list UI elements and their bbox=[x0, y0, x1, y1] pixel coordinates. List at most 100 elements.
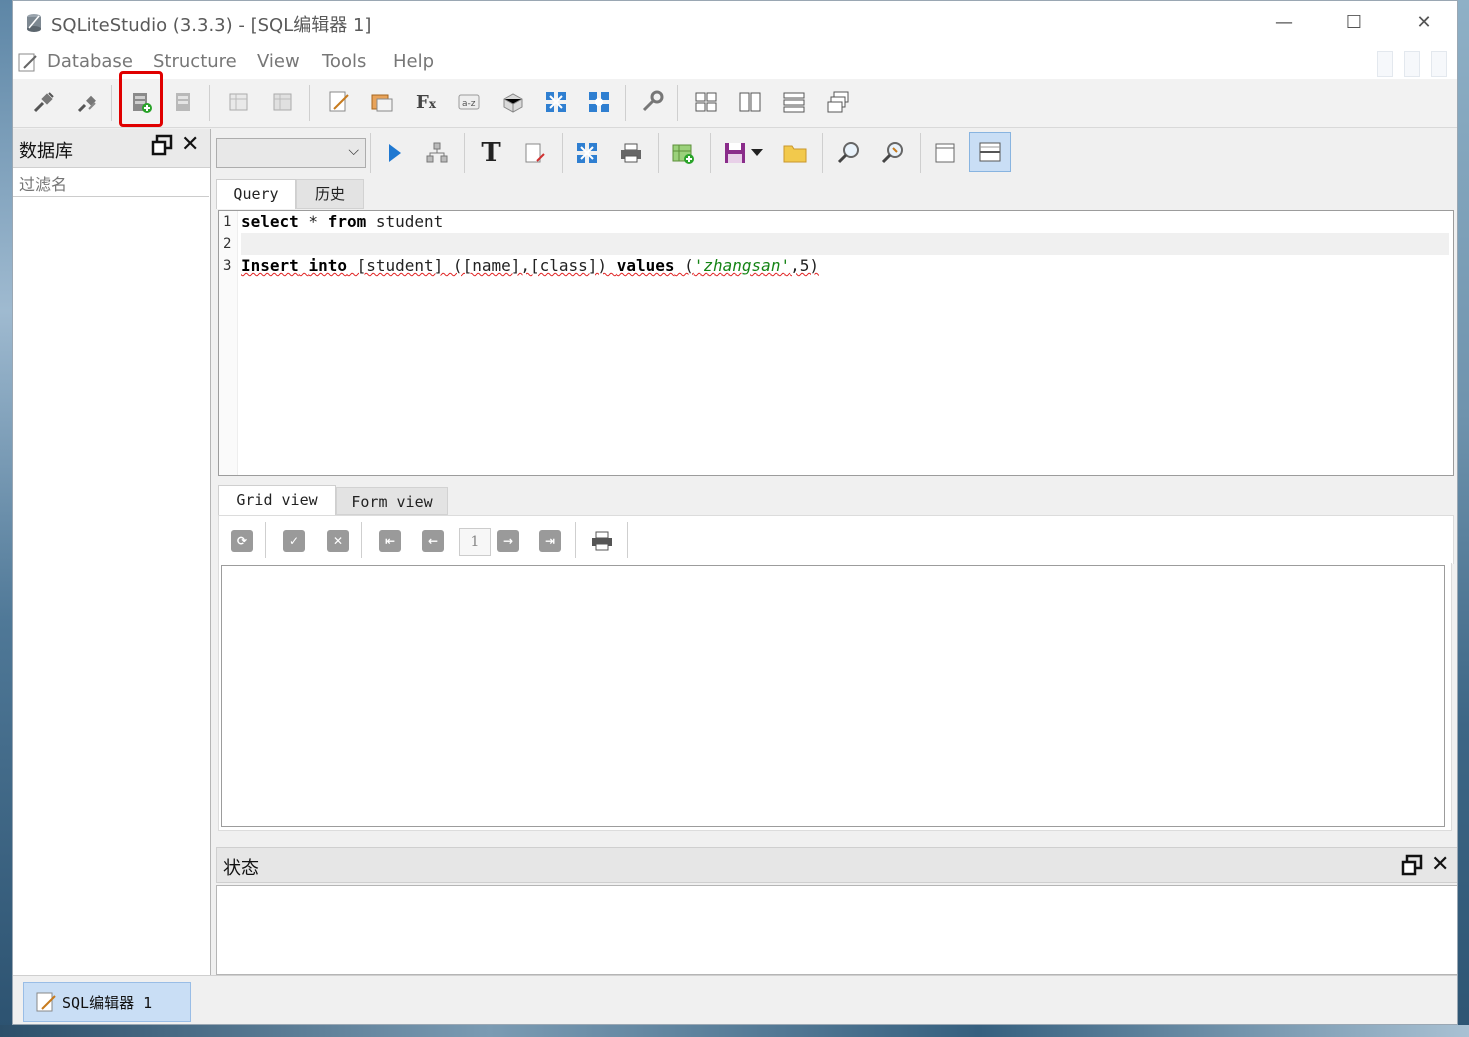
next-page-icon[interactable]: → bbox=[497, 530, 519, 552]
refresh-icon[interactable]: ⟳ bbox=[231, 530, 253, 552]
save-dropdown-arrow-icon[interactable] bbox=[748, 138, 766, 168]
export-results-icon[interactable] bbox=[572, 138, 602, 168]
menu-help[interactable]: Help bbox=[393, 51, 434, 72]
print-icon[interactable] bbox=[616, 138, 646, 168]
keyword: values bbox=[616, 256, 675, 275]
menu-view[interactable]: View bbox=[257, 51, 300, 72]
status-panel-title: 状态 bbox=[223, 858, 259, 879]
toolbar-separator bbox=[370, 133, 371, 173]
tile-horizontal-icon[interactable] bbox=[737, 89, 763, 115]
cascade-windows-icon[interactable] bbox=[825, 89, 851, 115]
database-filter-field[interactable] bbox=[13, 171, 209, 197]
mdi-close-button[interactable] bbox=[1431, 51, 1447, 77]
import-icon[interactable] bbox=[543, 89, 569, 115]
undock-icon[interactable] bbox=[1401, 854, 1423, 882]
highlight-annotation-box bbox=[119, 71, 163, 127]
title-bar[interactable]: SQLiteStudio (3.3.3) - [SQL编辑器 1] — ☐ ✕ bbox=[13, 1, 1457, 45]
results-toolbar: ⟳ ✓ ✕ ⇤ ← 1 → ⇥ bbox=[218, 515, 1454, 564]
code-text: * bbox=[298, 212, 328, 231]
split-layout-icon[interactable] bbox=[969, 132, 1011, 172]
find-icon[interactable] bbox=[834, 138, 864, 168]
database-panel-title: 数据库 bbox=[19, 141, 73, 162]
toolbar-separator bbox=[710, 133, 711, 173]
toolbar-separator bbox=[822, 133, 823, 173]
code-line-2-current bbox=[241, 233, 1449, 255]
last-page-icon[interactable]: ⇥ bbox=[539, 530, 561, 552]
status-log-area bbox=[216, 885, 1457, 975]
code-text: student bbox=[366, 212, 444, 231]
database-filter-input[interactable] bbox=[17, 174, 201, 195]
toolbar-separator bbox=[265, 522, 266, 558]
open-sql-file-icon[interactable] bbox=[780, 138, 810, 168]
tab-history[interactable]: 历史 bbox=[296, 179, 364, 209]
toolbar-separator bbox=[209, 85, 210, 121]
execute-query-icon[interactable] bbox=[380, 138, 410, 168]
tab-grid-view[interactable]: Grid view bbox=[218, 485, 336, 515]
menu-database[interactable]: Database bbox=[47, 51, 133, 72]
chevron-down-icon: ⌵ bbox=[348, 143, 359, 159]
taskbar-sql-editor-1[interactable]: SQL编辑器 1 bbox=[23, 982, 191, 1022]
find-replace-icon[interactable] bbox=[878, 138, 908, 168]
create-view-icon[interactable] bbox=[668, 138, 698, 168]
results-grid[interactable] bbox=[221, 565, 1445, 827]
toolbar-separator bbox=[309, 85, 310, 121]
clear-history-icon[interactable] bbox=[520, 138, 550, 168]
rollback-icon[interactable]: ✕ bbox=[327, 530, 349, 552]
keyword: Insert bbox=[241, 256, 299, 275]
sql-code-editor[interactable]: 1 2 3 select * from student Insert into … bbox=[218, 210, 1454, 476]
line-number: 3 bbox=[223, 258, 232, 274]
app-window: SQLiteStudio (3.3.3) - [SQL编辑器 1] — ☐ ✕ … bbox=[12, 0, 1458, 1025]
code-text: ( bbox=[674, 256, 694, 275]
code-text: ,5) bbox=[790, 256, 819, 275]
toolbar-separator bbox=[627, 522, 628, 558]
toolbar-separator bbox=[920, 133, 921, 173]
close-panel-icon[interactable]: ✕ bbox=[1431, 852, 1449, 877]
tab-query[interactable]: Query bbox=[216, 179, 296, 209]
edit-database-icon[interactable] bbox=[171, 89, 197, 115]
connect-db-icon[interactable] bbox=[31, 89, 57, 115]
menu-structure[interactable]: Structure bbox=[153, 51, 237, 72]
first-page-icon[interactable]: ⇤ bbox=[379, 530, 401, 552]
page-number-input[interactable]: 1 bbox=[459, 528, 491, 556]
minimize-button[interactable]: — bbox=[1261, 7, 1307, 39]
functions-editor-icon[interactable]: Fx bbox=[413, 89, 439, 115]
mdi-restore-button[interactable] bbox=[1404, 51, 1420, 77]
tabbed-layout-icon[interactable] bbox=[930, 138, 960, 168]
ddl-history-icon[interactable] bbox=[369, 89, 395, 115]
commit-icon[interactable]: ✓ bbox=[283, 530, 305, 552]
tab-form-view[interactable]: Form view bbox=[336, 487, 448, 515]
close-panel-icon[interactable]: ✕ bbox=[181, 132, 199, 157]
line-number: 1 bbox=[223, 214, 232, 230]
save-sql-icon[interactable] bbox=[720, 138, 750, 168]
export-icon[interactable] bbox=[586, 89, 612, 115]
main-toolbar: Fx a-z bbox=[13, 79, 1457, 128]
maximize-button[interactable]: ☐ bbox=[1331, 7, 1377, 39]
close-window-button[interactable]: ✕ bbox=[1401, 7, 1447, 39]
configure-icon[interactable] bbox=[639, 89, 665, 115]
format-sql-icon[interactable]: T bbox=[476, 138, 506, 168]
desktop-background-bottom bbox=[0, 1025, 1469, 1037]
menu-tools[interactable]: Tools bbox=[322, 51, 366, 72]
database-selector[interactable]: ⌵ bbox=[216, 138, 366, 168]
print-results-icon[interactable] bbox=[591, 530, 613, 552]
previous-page-icon[interactable]: ← bbox=[422, 530, 444, 552]
tile-vertical-icon[interactable] bbox=[781, 89, 807, 115]
window-title: SQLiteStudio (3.3.3) - [SQL编辑器 1] bbox=[51, 15, 372, 36]
undock-icon[interactable] bbox=[151, 134, 173, 162]
explain-query-icon[interactable] bbox=[422, 138, 452, 168]
extensions-icon[interactable] bbox=[500, 89, 526, 115]
mdi-minimize-button[interactable] bbox=[1377, 51, 1393, 77]
disconnect-db-icon[interactable] bbox=[75, 89, 101, 115]
taskbar-item-label: SQL编辑器 1 bbox=[62, 993, 153, 1012]
keyword: from bbox=[327, 212, 367, 231]
edit-table-icon[interactable] bbox=[270, 89, 296, 115]
tile-windows-icon[interactable] bbox=[693, 89, 719, 115]
collations-editor-icon[interactable]: a-z bbox=[456, 89, 482, 115]
toolbar-separator bbox=[464, 133, 465, 173]
new-table-icon[interactable] bbox=[226, 89, 252, 115]
svg-text:a-z: a-z bbox=[462, 99, 476, 109]
editor-toolbar: ⌵ T bbox=[216, 129, 1457, 177]
open-sql-editor-icon[interactable] bbox=[326, 89, 352, 115]
toolbar-separator bbox=[677, 85, 678, 121]
